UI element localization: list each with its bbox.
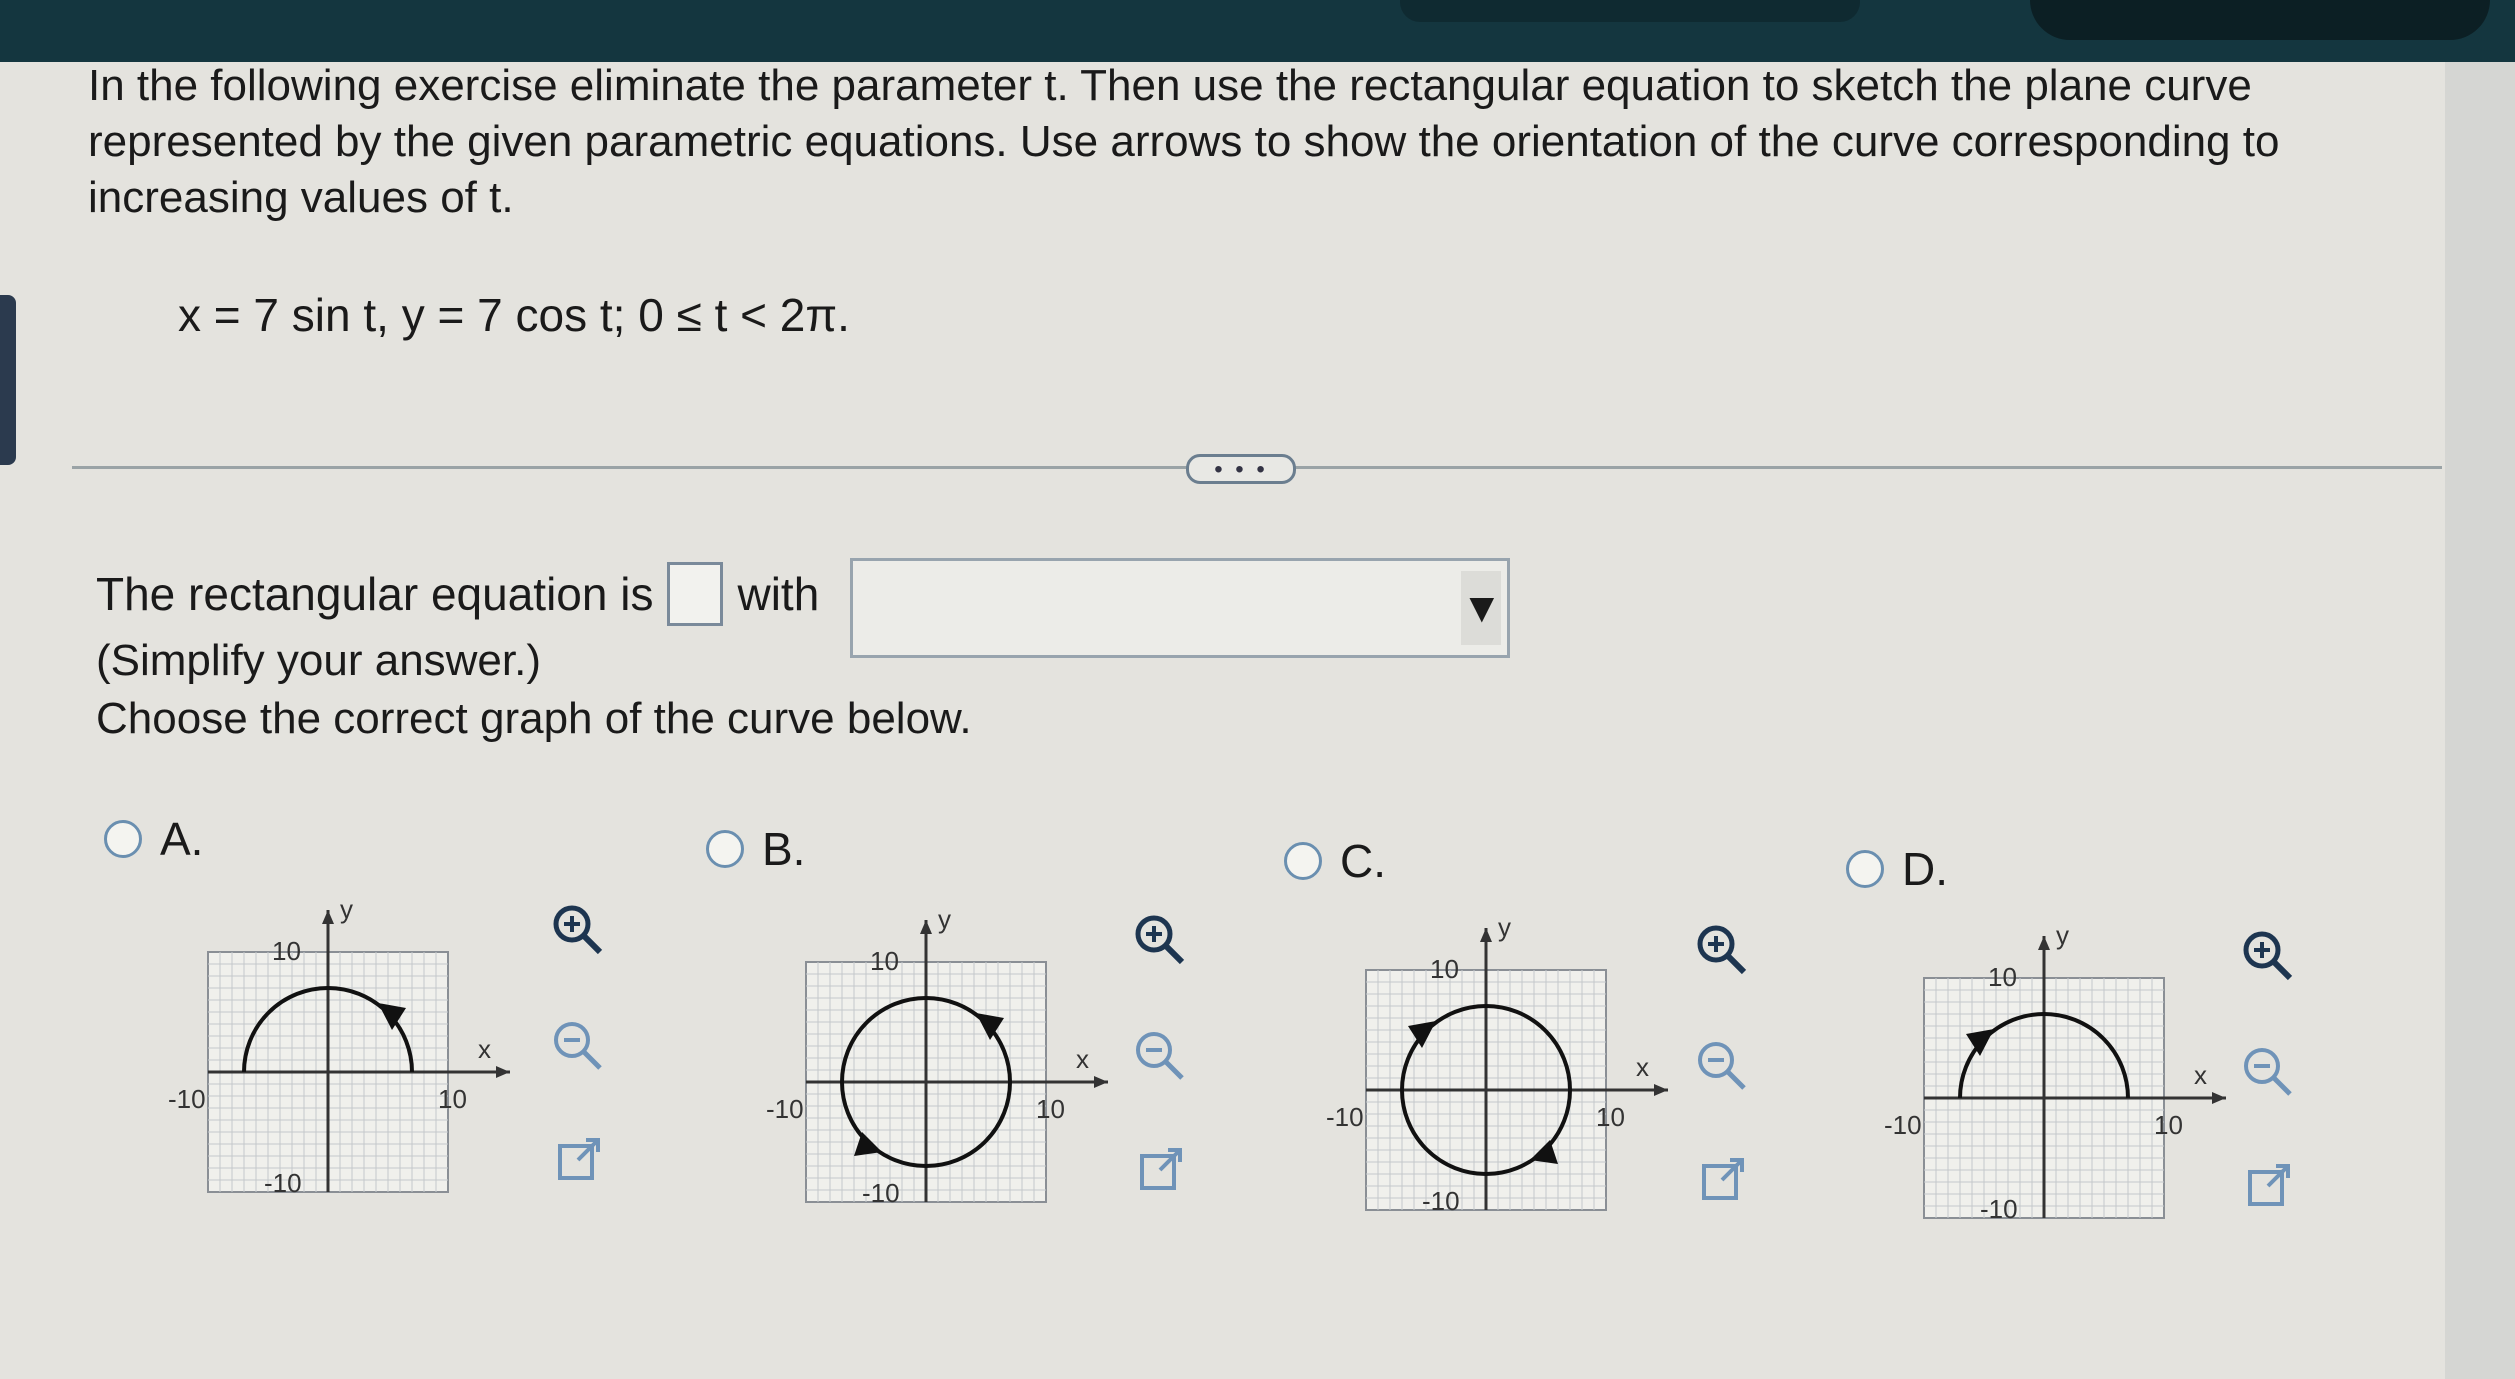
problem-statement: In the following exercise eliminate the … (88, 58, 2368, 226)
option-d[interactable]: D. (1846, 842, 1948, 896)
option-d-graph: y x 10 -10 10 -10 (1884, 920, 2226, 1224)
parametric-equation: x = 7 sin t, y = 7 cos t; 0 ≤ t < 2π. (178, 289, 850, 341)
graph-b-y-tick-pos: 10 (870, 946, 899, 976)
graph-c-x-tick-neg: -10 (1326, 1102, 1364, 1132)
option-b-zoom-in-icon[interactable] (1130, 910, 1190, 970)
option-b-radio[interactable] (706, 830, 744, 868)
graph-d-x-tick-neg: -10 (1884, 1110, 1922, 1140)
dropdown-arrow-icon[interactable]: ▼ (1461, 571, 1503, 645)
graph-b-x-label: x (1076, 1044, 1089, 1074)
graph-c-y-tick-neg: -10 (1422, 1186, 1460, 1216)
side-tab[interactable] (0, 295, 16, 465)
option-a-radio[interactable] (104, 820, 142, 858)
rectangular-equation-row: The rectangular equation is with (96, 562, 819, 626)
graph-b-y-tick-neg: -10 (862, 1178, 900, 1208)
problem-line-1: In the following exercise eliminate the … (88, 61, 2252, 110)
graph-b-x-arrow-icon (1094, 1076, 1108, 1088)
problem-line-3: increasing values of t. (88, 173, 514, 222)
graph-c-x-tick-pos: 10 (1596, 1102, 1625, 1132)
graph-a-x-arrow-icon (496, 1066, 510, 1078)
option-c-graph: y x 10 -10 10 -10 (1326, 912, 1668, 1216)
option-a-label: A. (160, 813, 204, 865)
option-d-zoom-in-icon[interactable] (2238, 926, 2298, 986)
graph-d-y-arrow-icon (2038, 936, 2050, 950)
top-bar-tab (1400, 0, 1860, 22)
graph-c-x-label: x (1636, 1052, 1649, 1082)
rectangular-equation-prefix: The rectangular equation is (96, 568, 654, 620)
graph-b-x-tick-neg: -10 (766, 1094, 804, 1124)
graph-a-x-tick-pos: 10 (438, 1084, 467, 1114)
option-d-zoom-out-icon[interactable] (2238, 1042, 2298, 1102)
rectangular-equation-with: with (737, 568, 820, 620)
simplify-note: (Simplify your answer.) (96, 636, 542, 685)
top-bar-button[interactable] (2030, 0, 2490, 40)
graph-c-y-tick-pos: 10 (1430, 954, 1459, 984)
graph-d-y-tick-pos: 10 (1988, 962, 2017, 992)
graph-b-x-tick-pos: 10 (1036, 1094, 1065, 1124)
option-b-external-link-icon[interactable] (1132, 1140, 1192, 1200)
graph-a-y-label: y (340, 894, 353, 924)
option-a-graph: y x 10 -10 10 -10 (168, 894, 510, 1198)
option-c-zoom-in-icon[interactable] (1692, 920, 1752, 980)
option-c-label: C. (1340, 835, 1386, 887)
option-a-external-link-icon[interactable] (550, 1130, 610, 1190)
option-d-external-link-icon[interactable] (2240, 1156, 2300, 1216)
option-b-zoom-out-icon[interactable] (1130, 1026, 1190, 1086)
graph-d-y-label: y (2056, 920, 2069, 950)
graph-a-x-label: x (478, 1034, 491, 1064)
option-b-graph: y x 10 -10 10 -10 (766, 904, 1108, 1208)
option-d-radio[interactable] (1846, 850, 1884, 888)
graph-c-x-arrow-icon (1654, 1084, 1668, 1096)
graph-b-y-label: y (938, 904, 951, 934)
right-panel-edge (2445, 62, 2515, 1379)
choose-graph-prompt: Choose the correct graph of the curve be… (96, 694, 972, 743)
option-c-external-link-icon[interactable] (1694, 1150, 1754, 1210)
option-b-label: B. (762, 823, 806, 875)
option-b[interactable]: B. (706, 822, 805, 876)
top-bar (0, 0, 2515, 62)
problem-line-2: represented by the given parametric equa… (88, 117, 2280, 166)
option-a-zoom-out-icon[interactable] (548, 1016, 608, 1076)
graph-a-y-tick-neg: -10 (264, 1168, 302, 1198)
option-c[interactable]: C. (1284, 834, 1386, 888)
domain-dropdown[interactable]: ▼ (850, 558, 1510, 658)
option-c-zoom-out-icon[interactable] (1692, 1036, 1752, 1096)
graph-d-y-tick-neg: -10 (1980, 1194, 2018, 1224)
graph-a-y-arrow-icon (322, 910, 334, 924)
option-a[interactable]: A. (104, 812, 203, 866)
option-d-label: D. (1902, 843, 1948, 895)
option-c-radio[interactable] (1284, 842, 1322, 880)
graph-d-x-tick-pos: 10 (2154, 1110, 2183, 1140)
graph-a-x-tick-neg: -10 (168, 1084, 206, 1114)
graph-a-y-tick-pos: 10 (272, 936, 301, 966)
graph-b-y-arrow-icon (920, 920, 932, 934)
expand-button[interactable]: • • • (1186, 454, 1296, 484)
graph-d-x-arrow-icon (2212, 1092, 2226, 1104)
option-a-zoom-in-icon[interactable] (548, 900, 608, 960)
rectangular-equation-input[interactable] (667, 562, 724, 626)
graph-c-y-arrow-icon (1480, 928, 1492, 942)
graph-d-x-label: x (2194, 1060, 2207, 1090)
graph-c-y-label: y (1498, 912, 1511, 942)
